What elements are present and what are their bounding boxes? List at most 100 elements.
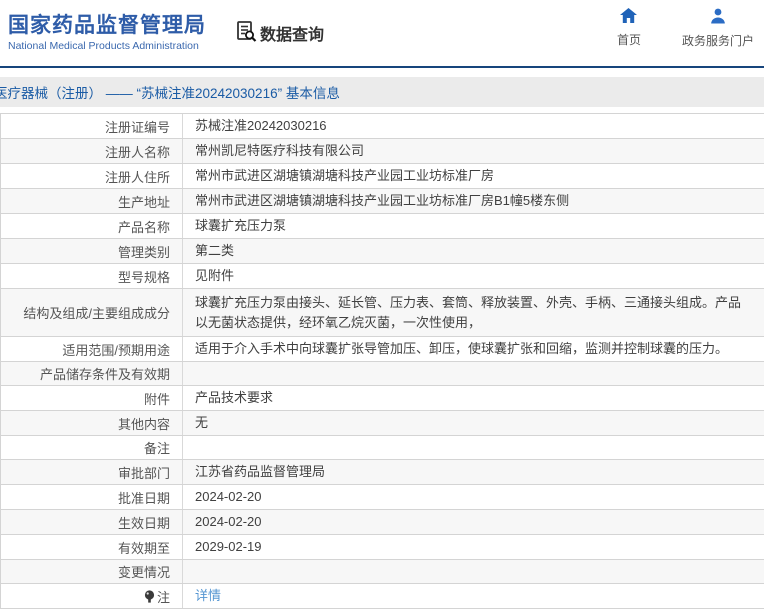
- row-value: [183, 362, 764, 385]
- table-row: 审批部门 江苏省药品监督管理局: [1, 460, 764, 485]
- row-value: 球囊扩充压力泵: [183, 214, 764, 238]
- row-label: 变更情况: [1, 560, 183, 583]
- row-value: 2024-02-20: [183, 510, 764, 534]
- row-value-text: 常州市武进区湖塘镇湖塘科技产业园工业坊标准厂房B1幢5楼东侧: [195, 193, 570, 208]
- detail-link[interactable]: 详情: [195, 586, 221, 606]
- row-value: 2029-02-19: [183, 535, 764, 559]
- row-label-text: 型号规格: [117, 269, 170, 285]
- row-value: [183, 436, 764, 459]
- table-row: 产品名称 球囊扩充压力泵: [1, 214, 764, 239]
- row-value: [183, 560, 764, 583]
- row-value-text: 第二类: [195, 243, 235, 258]
- row-value-text: 江苏省药品监督管理局: [195, 464, 326, 479]
- table-row: 批准日期 2024-02-20: [1, 485, 764, 510]
- row-label: 管理类别: [1, 239, 183, 263]
- row-value: 江苏省药品监督管理局: [183, 460, 764, 484]
- row-label-text: 生效日期: [117, 515, 170, 531]
- row-label: 批准日期: [1, 485, 183, 509]
- document-search-icon: [236, 20, 257, 47]
- table-row: 结构及组成/主要组成成分 球囊扩充压力泵由接头、延长管、压力表、套筒、释放装置、外…: [1, 289, 764, 337]
- row-label: 审批部门: [1, 460, 183, 484]
- row-label-text: 附件: [143, 391, 170, 407]
- table-row: 附件 产品技术要求: [1, 386, 764, 411]
- row-value-text: 常州凯尼特医疗科技有限公司: [195, 143, 365, 158]
- row-value: 常州市武进区湖塘镇湖塘科技产业园工业坊标准厂房B1幢5楼东侧: [183, 189, 764, 213]
- row-value: 第二类: [183, 239, 764, 263]
- row-label-text: 注册人名称: [104, 144, 170, 160]
- note-bulb-icon: [144, 589, 155, 603]
- row-label-text: 适用范围/预期用途: [62, 342, 170, 358]
- logo-title: 国家药品监督管理局: [8, 14, 206, 37]
- nav-gov-portal-label: 政务服务门户: [681, 34, 754, 48]
- row-label: 注: [1, 584, 183, 608]
- row-label-text: 注: [156, 589, 170, 605]
- nav-gov-portal[interactable]: 政务服务门户: [682, 8, 754, 49]
- data-query-heading: 数据查询: [236, 20, 324, 47]
- row-label: 型号规格: [1, 264, 183, 288]
- row-label: 产品名称: [1, 214, 183, 238]
- row-value-text: 2024-02-20: [195, 514, 262, 529]
- nmpa-logo: 国家药品监督管理局 National Medical Products Admi…: [8, 14, 206, 52]
- table-row: 有效期至 2029-02-19: [1, 535, 764, 560]
- row-value-text: 2024-02-20: [195, 489, 262, 504]
- table-row: 生产地址 常州市武进区湖塘镇湖塘科技产业园工业坊标准厂房B1幢5楼东侧: [1, 189, 764, 214]
- row-value: 见附件: [183, 264, 764, 288]
- row-value: 产品技术要求: [183, 386, 764, 410]
- page-header: 国家药品监督管理局 National Medical Products Admi…: [0, 0, 764, 66]
- row-label-text: 注册人住所: [104, 169, 170, 185]
- row-label-text: 批准日期: [117, 490, 170, 506]
- row-label: 注册人住所: [1, 164, 183, 188]
- row-label-text: 管理类别: [117, 244, 170, 260]
- table-row: 管理类别 第二类: [1, 239, 764, 264]
- row-label-text: 产品名称: [117, 219, 170, 235]
- row-label: 生产地址: [1, 189, 183, 213]
- user-icon: [710, 8, 726, 27]
- row-value: 常州凯尼特医疗科技有限公司: [183, 139, 764, 163]
- row-value-text: 产品技术要求: [195, 390, 274, 405]
- table-row: 变更情况: [1, 560, 764, 584]
- row-value: 球囊扩充压力泵由接头、延长管、压力表、套筒、释放装置、外壳、手柄、三通接头组成。…: [183, 289, 764, 336]
- row-label-text: 其他内容: [117, 416, 170, 432]
- row-value-text: 常州市武进区湖塘镇湖塘科技产业园工业坊标准厂房: [195, 168, 495, 183]
- nav-home-label: 首页: [616, 33, 641, 47]
- row-label-text: 有效期至: [117, 540, 170, 556]
- row-value-text: 2029-02-19: [195, 539, 262, 554]
- table-row: 注册证编号 苏械注准20242030216: [1, 114, 764, 139]
- row-value: 苏械注准20242030216: [183, 114, 764, 138]
- header-nav: 首页 政务服务门户: [606, 8, 754, 49]
- row-value-text: 球囊扩充压力泵由接头、延长管、压力表、套筒、释放装置、外壳、手柄、三通接头组成。…: [195, 294, 742, 330]
- table-row: 型号规格 见附件: [1, 264, 764, 289]
- table-row: 其他内容 无: [1, 411, 764, 436]
- logo-subtitle: National Medical Products Administration: [8, 40, 199, 52]
- row-value-text: 苏械注准20242030216: [195, 118, 327, 133]
- row-label: 有效期至: [1, 535, 183, 559]
- row-label-text: 产品储存条件及有效期: [39, 367, 170, 382]
- row-label: 附件: [1, 386, 183, 410]
- row-label: 注册证编号: [1, 114, 183, 138]
- breadcrumb: 医疗器械（注册） —— “苏械注准20242030216” 基本信息: [0, 86, 340, 101]
- table-row: 注册人名称 常州凯尼特医疗科技有限公司: [1, 139, 764, 164]
- row-value-text: 见附件: [195, 268, 235, 283]
- row-value: 常州市武进区湖塘镇湖塘科技产业园工业坊标准厂房: [183, 164, 764, 188]
- row-value-text: 球囊扩充压力泵: [195, 218, 287, 233]
- row-value: 无: [183, 411, 764, 435]
- row-label-text: 生产地址: [117, 194, 170, 210]
- row-label: 适用范围/预期用途: [1, 337, 183, 361]
- info-table: 注册证编号 苏械注准20242030216 注册人名称 常州凯尼特医疗科技有限公司 注册…: [0, 113, 764, 609]
- row-label: 其他内容: [1, 411, 183, 435]
- row-label: 产品储存条件及有效期: [1, 362, 183, 385]
- row-label: 生效日期: [1, 510, 183, 534]
- row-value: 详情: [183, 584, 764, 608]
- header-divider-line: [0, 66, 764, 68]
- row-value: 2024-02-20: [183, 485, 764, 509]
- row-value-text: 适用于介入手术中向球囊扩张导管加压、卸压，使球囊扩张和回缩，监测并控制球囊的压力…: [195, 341, 729, 356]
- data-query-label: 数据查询: [260, 27, 325, 44]
- table-row: 备注: [1, 436, 764, 460]
- row-value: 适用于介入手术中向球囊扩张导管加压、卸压，使球囊扩张和回缩，监测并控制球囊的压力…: [183, 337, 764, 361]
- table-row: 适用范围/预期用途 适用于介入手术中向球囊扩张导管加压、卸压，使球囊扩张和回缩，监…: [1, 337, 764, 362]
- table-row: 生效日期 2024-02-20: [1, 510, 764, 535]
- home-icon: [620, 8, 638, 26]
- breadcrumb-bar: 医疗器械（注册） —— “苏械注准20242030216” 基本信息: [0, 77, 764, 107]
- nav-home[interactable]: 首页: [606, 8, 652, 49]
- table-row: 产品储存条件及有效期: [1, 362, 764, 386]
